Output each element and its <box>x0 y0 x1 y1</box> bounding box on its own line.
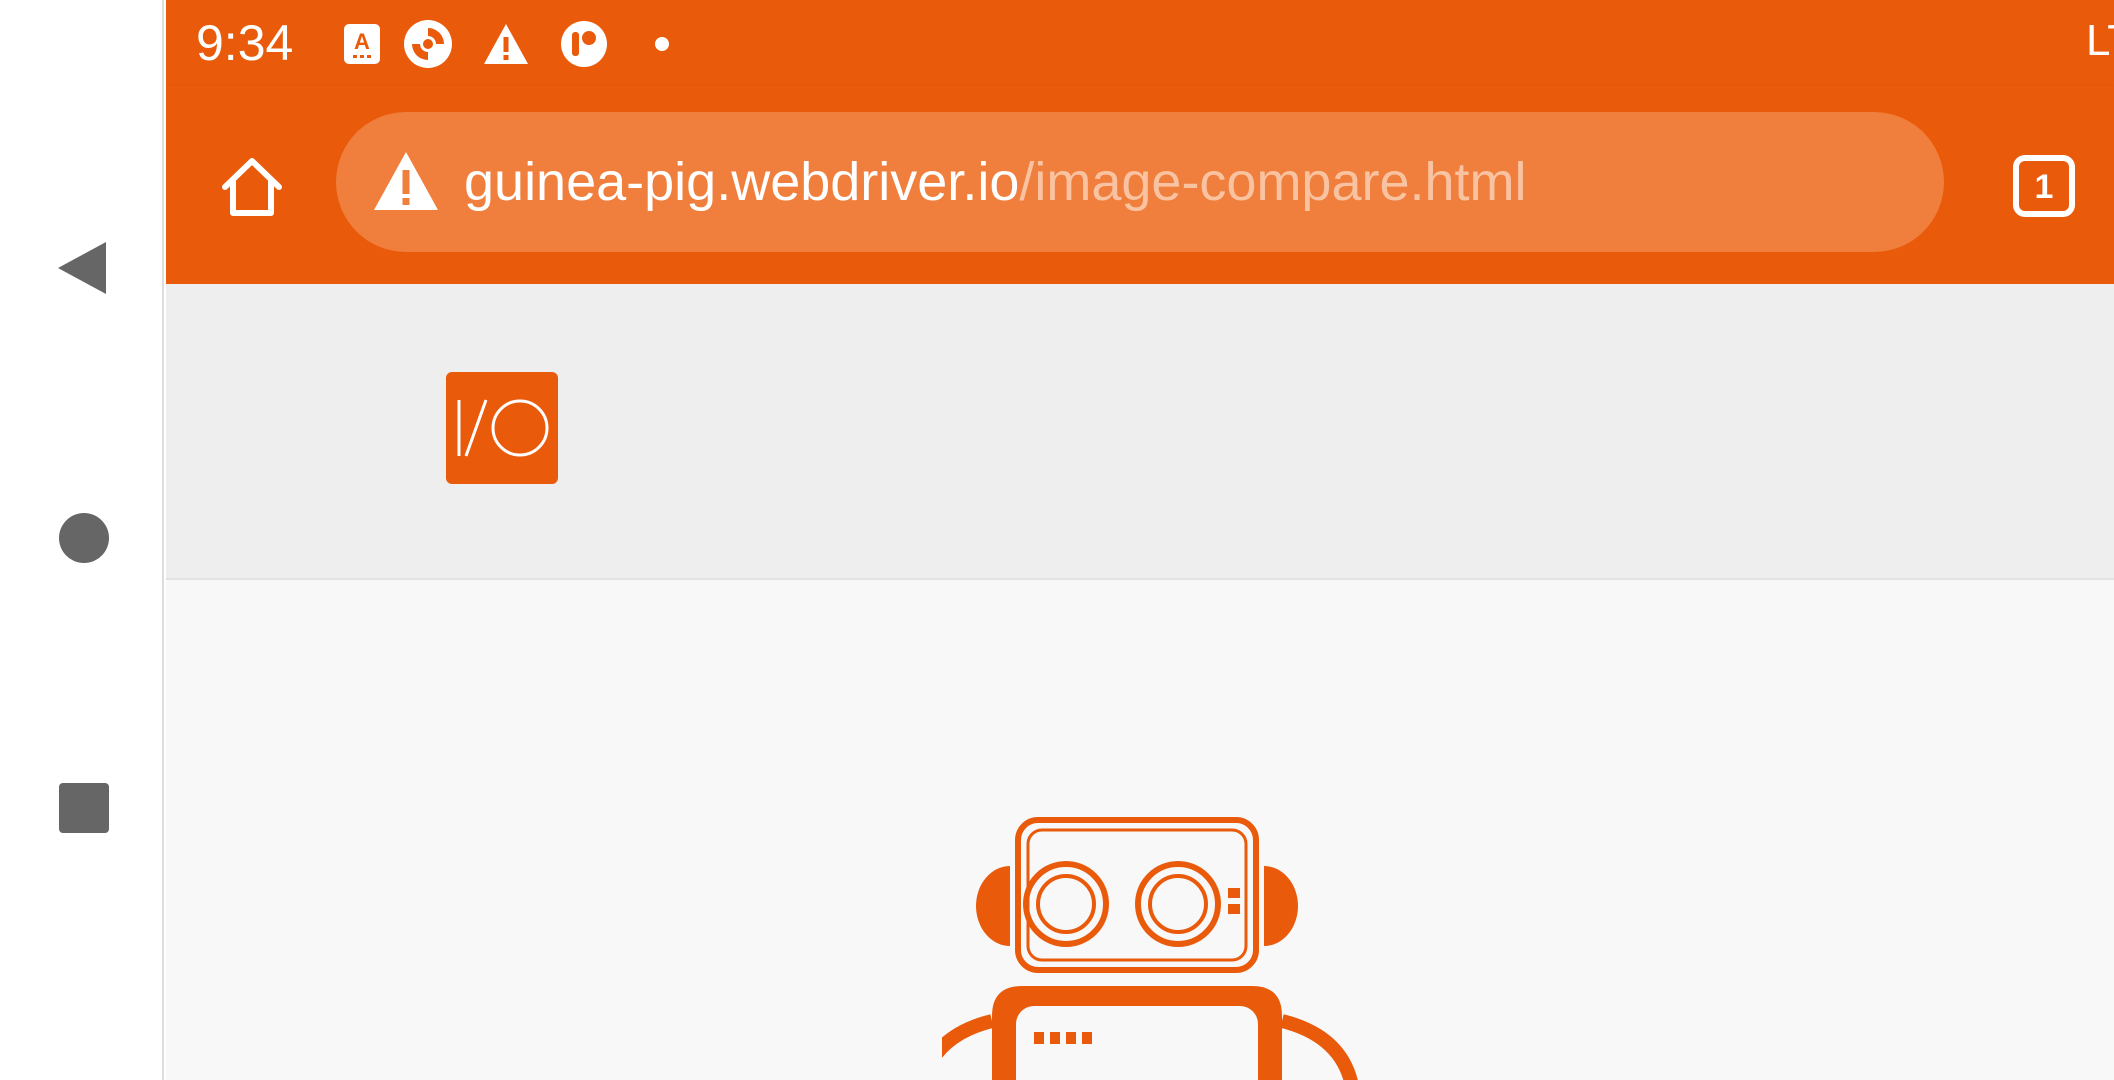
page-header <box>166 284 2114 580</box>
home-circle-icon <box>59 513 109 563</box>
io-logo-mark <box>457 399 549 457</box>
tab-switcher-button[interactable]: 1 <box>2004 146 2084 226</box>
svg-text:A: A <box>354 29 370 54</box>
warning-icon <box>480 18 532 70</box>
url-host: guinea-pig.webdriver.io <box>464 152 1020 212</box>
browser-toolbar: guinea-pig.webdriver.io/image-compare.ht… <box>166 86 2114 284</box>
app-circle-icon <box>558 18 610 70</box>
home-nav-button[interactable] <box>42 496 126 580</box>
house-icon <box>222 158 282 216</box>
dot-icon <box>636 18 688 70</box>
address-bar[interactable]: guinea-pig.webdriver.io/image-compare.ht… <box>336 112 1944 252</box>
url-path: /image-compare.html <box>1019 152 1527 212</box>
page-content <box>166 580 2114 1080</box>
browser-home-button[interactable] <box>210 144 294 228</box>
status-bar: 9:34 A L <box>166 0 2114 86</box>
network-label: LT <box>2086 16 2114 65</box>
insecure-warning-icon[interactable] <box>372 148 440 216</box>
tab-count: 1 <box>2035 168 2054 206</box>
accessibility-a-icon: A <box>336 18 388 70</box>
recents-square-icon <box>59 783 109 833</box>
status-time: 9:34 <box>196 15 294 71</box>
robot-image <box>942 817 1358 1080</box>
recents-button[interactable] <box>42 766 126 850</box>
back-button[interactable] <box>42 226 126 310</box>
tab-count-icon: 1 <box>2013 155 2075 217</box>
sync-icon <box>402 18 454 70</box>
url-text[interactable]: guinea-pig.webdriver.io/image-compare.ht… <box>464 148 1527 216</box>
device-screen: 9:34 A L guinea-pig.webdriver.io/image-c… <box>166 0 2114 1080</box>
webdriverio-logo[interactable] <box>446 372 558 484</box>
back-icon <box>58 242 106 294</box>
android-nav-bar <box>0 0 164 1080</box>
